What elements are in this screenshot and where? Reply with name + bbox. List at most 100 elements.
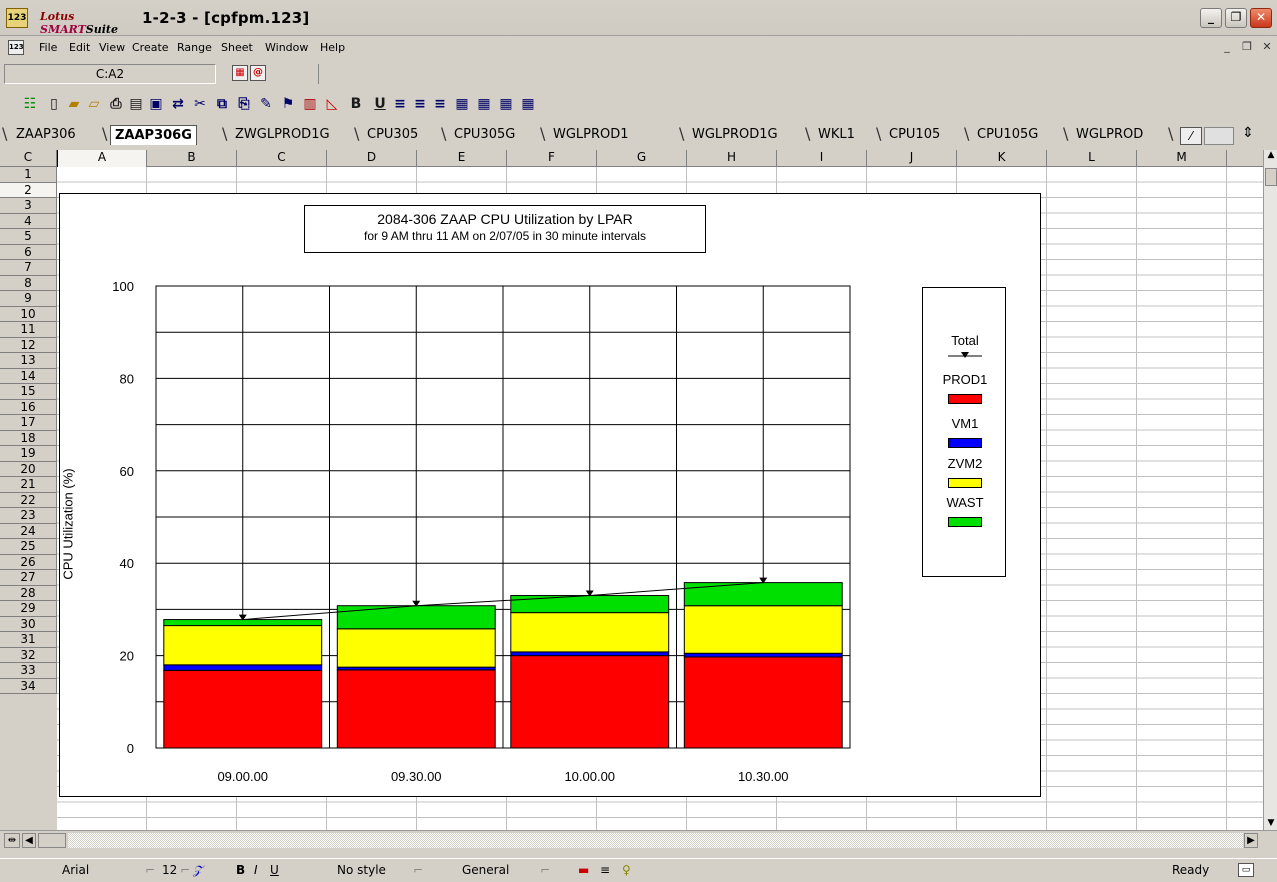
at-function-icon[interactable]: @ xyxy=(250,65,266,81)
column-header-e[interactable]: E xyxy=(417,150,507,167)
new-file-icon[interactable]: ▯ xyxy=(44,94,64,114)
color-icon[interactable]: 𝒵 xyxy=(193,863,202,878)
format-painter-icon[interactable]: ✎ xyxy=(256,94,276,114)
minimize-button[interactable]: _ xyxy=(1200,8,1222,28)
paste-icon[interactable]: ⎘ xyxy=(234,94,254,114)
tab-zaap306g[interactable]: ZAAP306G xyxy=(110,125,197,145)
row-header-31[interactable]: 31 xyxy=(0,632,57,648)
row-header-11[interactable]: 11 xyxy=(0,322,57,338)
doc-close-button[interactable]: ✕ xyxy=(1260,40,1274,54)
open-file-icon[interactable]: ▰ xyxy=(64,94,84,114)
doc-minimize-button[interactable]: _ xyxy=(1220,40,1234,54)
chart-title-box[interactable]: 2084-306 ZAAP CPU Utilization by LPAR fo… xyxy=(304,205,706,253)
row-header-16[interactable]: 16 xyxy=(0,399,57,415)
status-bold-button[interactable]: B xyxy=(236,863,245,877)
cell-contents-box[interactable] xyxy=(318,64,1268,84)
close-button[interactable]: ✕ xyxy=(1250,8,1272,28)
vertical-scrollbar[interactable]: ▲ ▼ xyxy=(1263,150,1277,830)
row-header-7[interactable]: 7 xyxy=(0,260,57,276)
screen-show-icon[interactable]: ▣ xyxy=(146,94,166,114)
row-header-24[interactable]: 24 xyxy=(0,523,57,539)
restore-button[interactable]: ❐ xyxy=(1225,8,1247,28)
row-header-10[interactable]: 10 xyxy=(0,306,57,322)
row-header-23[interactable]: 23 xyxy=(0,508,57,524)
underline-button[interactable]: U xyxy=(370,94,390,114)
navigator-icon[interactable]: ▦ xyxy=(232,65,248,81)
smarticon-person-icon[interactable]: ☷ xyxy=(20,94,40,114)
size-dropdown-arrow-icon[interactable]: ⌐ xyxy=(180,863,190,877)
mail-icon[interactable]: ▭ xyxy=(1238,863,1254,877)
style-dropdown-arrow-icon[interactable]: ⌐ xyxy=(413,863,423,877)
column-header-a[interactable]: A xyxy=(57,150,147,167)
row-header-4[interactable]: 4 xyxy=(0,213,57,229)
row-header-5[interactable]: 5 xyxy=(0,229,57,245)
grid-4-icon[interactable]: ▦ xyxy=(518,94,538,114)
horizontal-scroll-thumb[interactable] xyxy=(38,833,66,848)
row-header-28[interactable]: 28 xyxy=(0,585,57,601)
status-underline-button[interactable]: U xyxy=(270,863,279,877)
column-header-m[interactable]: M xyxy=(1137,150,1227,167)
scroll-right-icon[interactable]: ▶ xyxy=(1244,833,1258,848)
row-header-20[interactable]: 20 xyxy=(0,461,57,477)
column-header-d[interactable]: D xyxy=(327,150,417,167)
style-icon[interactable]: ⚑ xyxy=(278,94,298,114)
font-dropdown-arrow-icon[interactable]: ⌐ xyxy=(145,863,155,877)
row-header-25[interactable]: 25 xyxy=(0,539,57,555)
chart-icon[interactable]: ▥ xyxy=(300,94,320,114)
tab-zwglprod1g[interactable]: ZWGLPROD1G xyxy=(231,125,334,145)
row-header-29[interactable]: 29 xyxy=(0,601,57,617)
row-header-13[interactable]: 13 xyxy=(0,353,57,369)
doc-restore-button[interactable]: ❐ xyxy=(1240,40,1254,54)
font-size-selector[interactable]: 12 xyxy=(162,863,177,877)
tab-cpu105g[interactable]: CPU105G xyxy=(973,125,1042,145)
row-header-8[interactable]: 8 xyxy=(0,275,57,291)
row-header-26[interactable]: 26 xyxy=(0,554,57,570)
lightbulb-icon[interactable]: ♀ xyxy=(622,863,631,877)
column-header-i[interactable]: I xyxy=(777,150,867,167)
grid-1-icon[interactable]: ▦ xyxy=(452,94,472,114)
align-center-icon[interactable]: ≡ xyxy=(410,94,430,114)
menu-window[interactable]: Window xyxy=(265,41,308,54)
status-italic-button[interactable]: I xyxy=(254,863,258,877)
number-format-selector[interactable]: General xyxy=(462,863,509,877)
row-header-17[interactable]: 17 xyxy=(0,415,57,431)
column-header-j[interactable]: J xyxy=(867,150,957,167)
menu-range[interactable]: Range xyxy=(177,41,212,54)
column-header-h[interactable]: H xyxy=(687,150,777,167)
tab-wglprod1g[interactable]: WGLPROD1G xyxy=(688,125,782,145)
column-header-l[interactable]: L xyxy=(1047,150,1137,167)
column-header-f[interactable]: F xyxy=(507,150,597,167)
scroll-up-icon[interactable]: ▲ xyxy=(1265,150,1277,164)
menu-edit[interactable]: Edit xyxy=(69,41,90,54)
menu-file[interactable]: File xyxy=(39,41,57,54)
row-header-9[interactable]: 9 xyxy=(0,291,57,307)
app-icon[interactable]: 123 xyxy=(6,8,28,28)
row-header-2[interactable]: 2 xyxy=(0,182,57,198)
row-header-18[interactable]: 18 xyxy=(0,430,57,446)
row-header-14[interactable]: 14 xyxy=(0,368,57,384)
row-header-32[interactable]: 32 xyxy=(0,647,57,663)
copy-icon[interactable]: ⧉ xyxy=(212,94,232,114)
font-selector[interactable]: Arial xyxy=(62,863,89,877)
menu-view[interactable]: View xyxy=(99,41,125,54)
print-preview-icon[interactable]: ⎙ xyxy=(106,94,126,114)
column-header-k[interactable]: K xyxy=(957,150,1047,167)
row-header-27[interactable]: 27 xyxy=(0,570,57,586)
tab-wglprod[interactable]: WGLPROD xyxy=(1072,125,1147,145)
row-header-15[interactable]: 15 xyxy=(0,384,57,400)
menu-sheet[interactable]: Sheet xyxy=(221,41,253,54)
column-header-b[interactable]: B xyxy=(147,150,237,167)
scroll-down-icon[interactable]: ▼ xyxy=(1265,818,1277,830)
print-icon[interactable]: ▤ xyxy=(126,94,146,114)
name-box[interactable]: C:A2 xyxy=(4,64,216,84)
alignment-icon[interactable]: ≡ xyxy=(600,863,610,877)
scroll-left-icon[interactable]: ◀ xyxy=(22,833,36,848)
menu-create[interactable]: Create xyxy=(132,41,169,54)
document-icon[interactable]: 123 xyxy=(8,40,24,55)
bold-button[interactable]: B xyxy=(346,94,366,114)
column-header-g[interactable]: G xyxy=(597,150,687,167)
undo-icon[interactable]: ⇄ xyxy=(168,94,188,114)
style-selector[interactable]: No style xyxy=(337,863,386,877)
tab-wglprod1[interactable]: WGLPROD1 xyxy=(549,125,633,145)
tab-wkl1[interactable]: WKL1 xyxy=(814,125,859,145)
